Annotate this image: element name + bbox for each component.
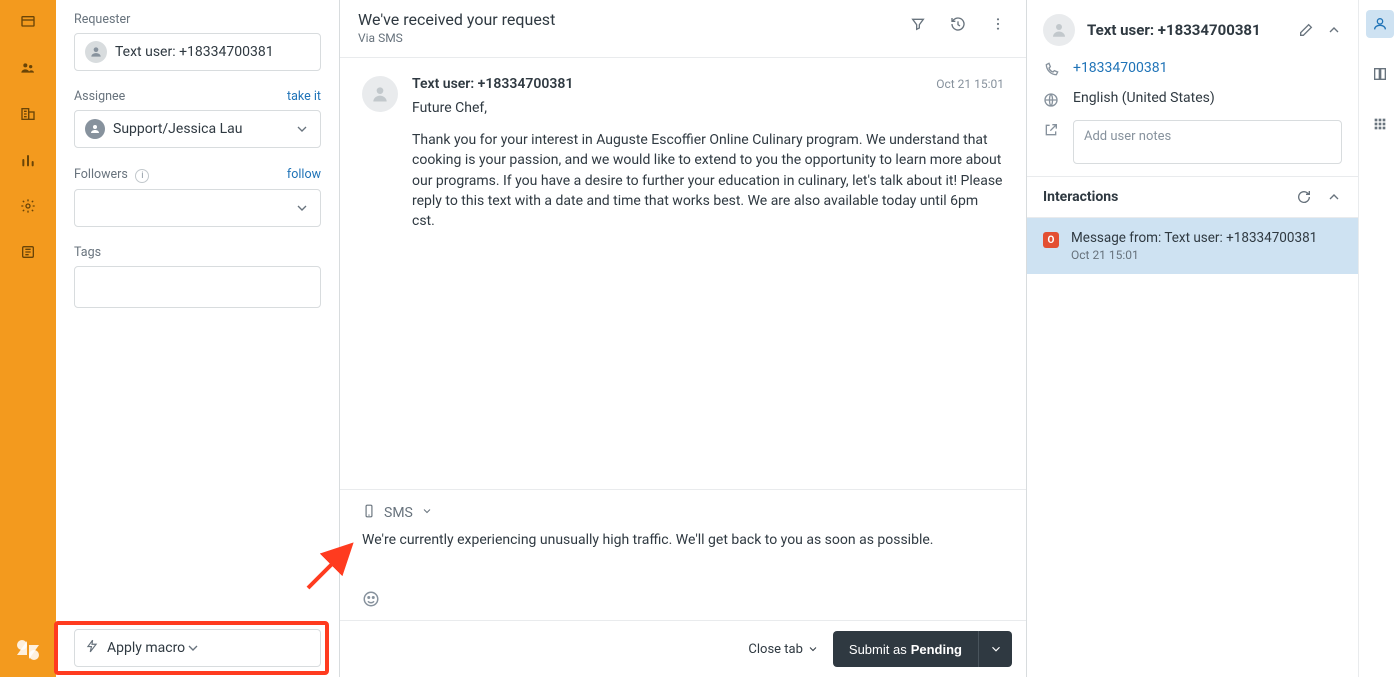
chevron-down-icon	[294, 200, 310, 216]
requester-field[interactable]: Text user: +18334700381	[74, 33, 321, 71]
nav-org[interactable]	[16, 102, 40, 126]
followers-field[interactable]	[74, 189, 321, 227]
context-panel: Text user: +18334700381 +18334700381 Eng…	[1026, 0, 1358, 677]
info-icon[interactable]: i	[135, 169, 149, 183]
chevron-down-icon[interactable]	[421, 505, 433, 521]
submit-status: Pending	[911, 642, 962, 657]
message-greeting: Future Chef,	[412, 100, 1004, 116]
interaction-time: Oct 21 15:01	[1071, 248, 1317, 262]
filter-icon[interactable]	[908, 14, 928, 34]
apply-macro-highlight: Apply macro	[74, 629, 321, 667]
status-badge: O	[1043, 232, 1059, 248]
more-icon[interactable]	[988, 14, 1008, 34]
user-avatar	[1043, 14, 1075, 46]
submit-button[interactable]: Submit as Pending	[833, 631, 978, 667]
ticket-channel: Via SMS	[358, 31, 555, 45]
composer-textarea[interactable]: We're currently experiencing unusually h…	[362, 532, 1004, 580]
reply-composer: SMS We're currently experiencing unusual…	[340, 489, 1026, 620]
macro-icon	[85, 639, 107, 657]
take-it-link[interactable]: take it	[287, 89, 321, 104]
external-link-icon[interactable]	[1043, 122, 1061, 140]
agent-icon	[85, 119, 105, 139]
apps-knowledge-tab[interactable]	[1366, 60, 1394, 88]
interactions-heading: Interactions	[1043, 189, 1118, 205]
followers-label: Followers	[74, 167, 128, 182]
user-language: English (United States)	[1073, 90, 1215, 106]
message-body: Thank you for your interest in Auguste E…	[412, 130, 1004, 231]
follow-link[interactable]: follow	[287, 167, 321, 182]
history-icon[interactable]	[948, 14, 968, 34]
product-nav-rail	[0, 0, 56, 677]
phone-icon	[362, 504, 376, 522]
interaction-title: Message from: Text user: +18334700381	[1071, 230, 1317, 246]
ticket-subject: We've received your request	[358, 10, 555, 29]
user-phone-link[interactable]: +18334700381	[1073, 60, 1168, 76]
requester-label: Requester	[74, 12, 130, 27]
apps-rail	[1358, 0, 1400, 677]
chevron-down-icon	[185, 640, 201, 656]
close-tab-button[interactable]: Close tab	[748, 642, 819, 657]
apps-user-tab[interactable]	[1366, 10, 1394, 38]
nav-admin[interactable]	[16, 194, 40, 218]
edit-icon[interactable]	[1298, 22, 1314, 38]
user-name: Text user: +18334700381	[1087, 21, 1286, 39]
assignee-label: Assignee	[74, 89, 125, 104]
chevron-down-icon	[807, 643, 819, 655]
collapse-icon[interactable]	[1326, 22, 1342, 38]
person-icon	[85, 41, 107, 63]
nav-app[interactable]	[16, 240, 40, 264]
message-timestamp: Oct 21 15:01	[936, 77, 1004, 91]
requester-value: Text user: +18334700381	[115, 44, 274, 60]
assignee-field[interactable]: Support/Jessica Lau	[74, 110, 321, 148]
chevron-down-icon	[989, 642, 1003, 656]
user-notes-input[interactable]: Add user notes	[1073, 120, 1342, 164]
tags-field[interactable]	[74, 266, 321, 308]
phone-icon	[1043, 62, 1061, 80]
tags-label: Tags	[74, 245, 101, 260]
conversation-panel: We've received your request Via SMS Text…	[340, 0, 1026, 677]
ticket-properties-panel: Requester Text user: +18334700381 Assign…	[56, 0, 340, 677]
assignee-value: Support/Jessica Lau	[113, 121, 242, 137]
message-avatar	[362, 76, 398, 112]
submit-status-dropdown[interactable]	[978, 631, 1012, 667]
chevron-down-icon	[294, 121, 310, 137]
nav-inbox[interactable]	[16, 10, 40, 34]
message-author: Text user: +18334700381	[412, 76, 573, 92]
submit-prefix: Submit as	[849, 642, 907, 657]
apps-grid-tab[interactable]	[1366, 110, 1394, 138]
zendesk-logo[interactable]	[15, 637, 41, 663]
close-tab-label: Close tab	[748, 642, 803, 657]
apply-macro-field[interactable]: Apply macro	[74, 629, 321, 667]
globe-icon	[1043, 92, 1061, 110]
nav-customers[interactable]	[16, 56, 40, 80]
apply-macro-label: Apply macro	[107, 640, 185, 656]
emoji-icon[interactable]	[362, 596, 380, 612]
interaction-item[interactable]: O Message from: Text user: +18334700381 …	[1027, 218, 1358, 274]
composer-channel[interactable]: SMS	[384, 505, 413, 521]
refresh-icon[interactable]	[1296, 189, 1312, 205]
collapse-icon[interactable]	[1326, 189, 1342, 205]
nav-reporting[interactable]	[16, 148, 40, 172]
